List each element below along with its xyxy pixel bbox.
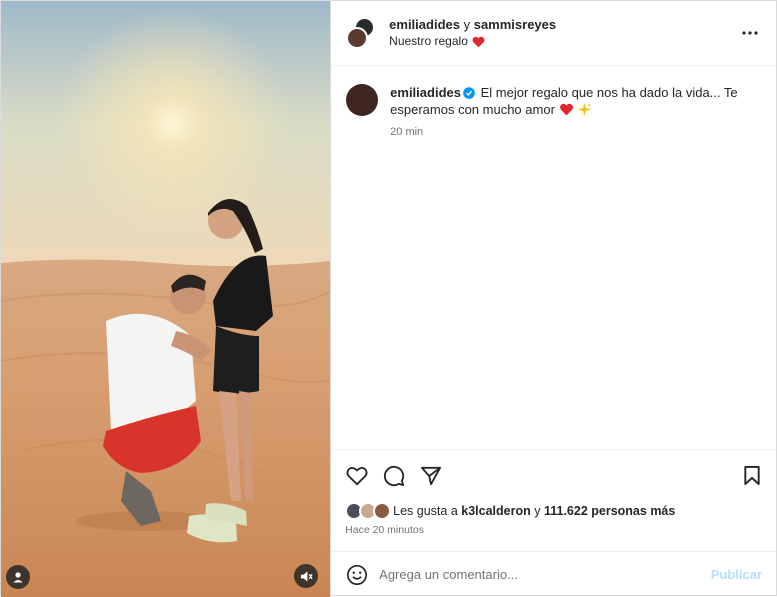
caption-content: emiliadides El mejor regalo que nos ha d…: [390, 84, 760, 138]
caption-username[interactable]: emiliadides: [390, 85, 461, 100]
tag-user-button[interactable]: [6, 565, 30, 589]
likes-count[interactable]: 111.622 personas más: [544, 504, 675, 518]
emoji-icon: [347, 564, 368, 585]
comment-icon: [384, 465, 405, 486]
add-comment-bar: Publicar: [331, 551, 776, 597]
more-icon: [742, 31, 758, 35]
action-bar: [331, 449, 776, 501]
caption-timestamp[interactable]: 20 min: [390, 126, 760, 138]
emoji-button[interactable]: [345, 563, 369, 587]
likes-summary: Les gusta a k3lcalderon y 111.622 person…: [331, 501, 776, 521]
header-username-2[interactable]: sammisreyes: [474, 17, 556, 32]
comment-button[interactable]: [382, 464, 406, 488]
mute-button[interactable]: [294, 564, 319, 588]
liker-avatars: [345, 502, 392, 520]
header-text: emiliadides y sammisreyes Nuestro regalo: [389, 16, 738, 50]
collab-avatars[interactable]: [346, 17, 376, 49]
like-icon: [346, 466, 368, 485]
likes-user[interactable]: k3lcalderon: [461, 504, 530, 518]
likes-joiner: y: [534, 504, 541, 518]
comment-input[interactable]: [379, 567, 711, 582]
post-caption: emiliadides El mejor regalo que nos ha d…: [346, 84, 760, 138]
post-header: emiliadides y sammisreyes Nuestro regalo: [331, 1, 776, 66]
post-photo: [1, 1, 331, 597]
likes-prefix: Les gusta a: [393, 504, 458, 518]
collab-names: emiliadides y sammisreyes: [389, 16, 738, 33]
post-media[interactable]: [1, 1, 331, 597]
verified-icon: [463, 87, 475, 99]
header-subtitle-text: Nuestro regalo: [389, 34, 468, 48]
more-options-button[interactable]: [738, 21, 762, 45]
save-icon: [744, 465, 760, 486]
tag-user-icon: [13, 572, 23, 583]
like-button[interactable]: [345, 464, 369, 488]
header-joiner: y: [463, 17, 471, 32]
heart-emoji-icon: [559, 103, 573, 116]
avatar[interactable]: [346, 84, 379, 116]
avatar: [346, 27, 369, 49]
share-button[interactable]: [419, 464, 443, 488]
header-subtitle[interactable]: Nuestro regalo: [389, 33, 738, 50]
mute-icon: [300, 570, 313, 582]
instagram-post: emiliadides y sammisreyes Nuestro regalo: [0, 0, 777, 597]
post-panel: emiliadides y sammisreyes Nuestro regalo: [330, 1, 776, 597]
comments-section: emiliadides El mejor regalo que nos ha d…: [331, 66, 776, 449]
save-button[interactable]: [740, 464, 764, 488]
post-timestamp[interactable]: Hace 20 minutos: [331, 521, 776, 551]
avatar: [373, 502, 392, 520]
header-username-1[interactable]: emiliadides: [389, 17, 460, 32]
share-icon: [421, 466, 442, 485]
heart-emoji-icon: [472, 36, 485, 47]
sparkle-emoji-icon: [578, 102, 592, 117]
caption-body: emiliadides El mejor regalo que nos ha d…: [390, 84, 760, 118]
publish-button[interactable]: Publicar: [711, 567, 762, 582]
